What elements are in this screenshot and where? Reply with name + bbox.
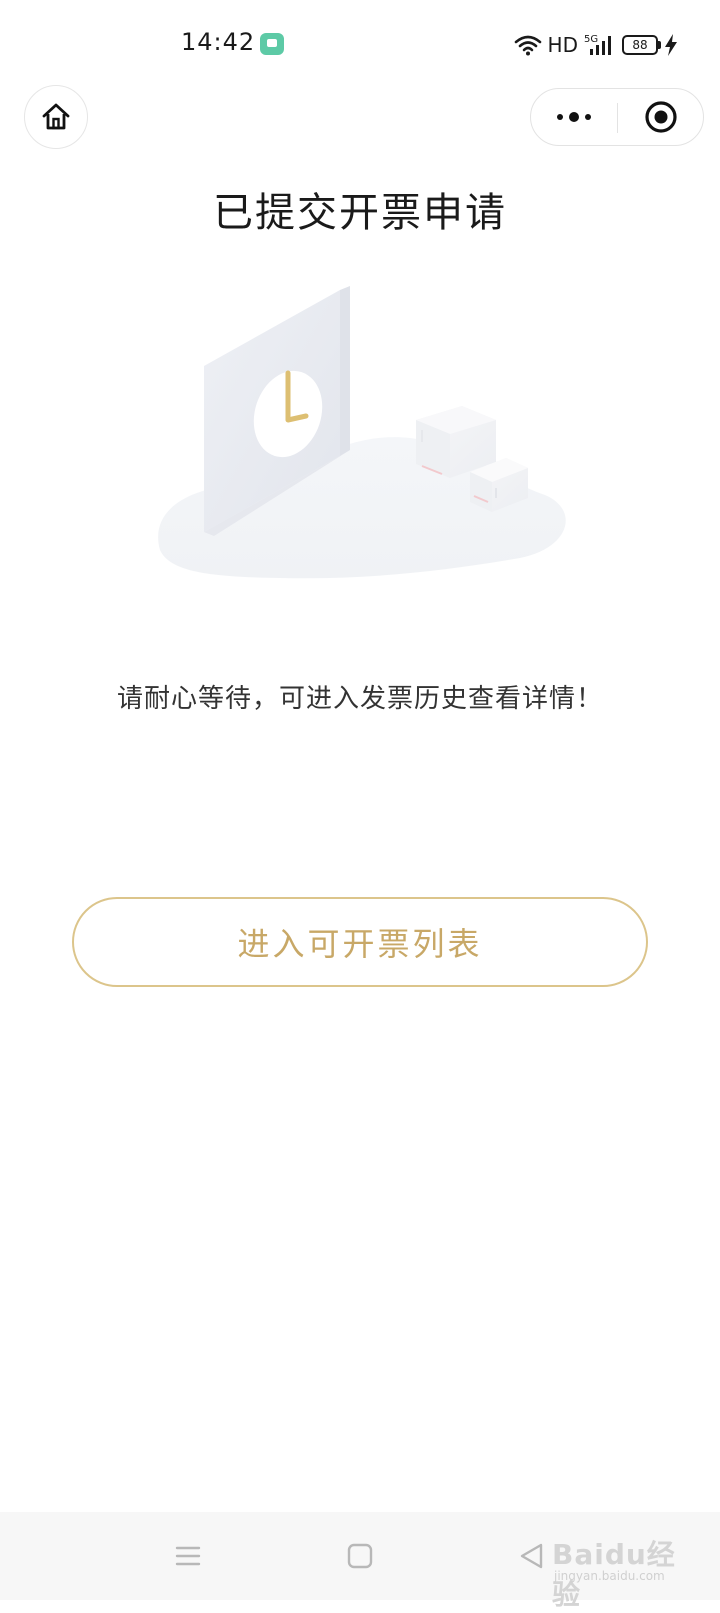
square-home-icon	[347, 1543, 373, 1569]
back-triangle-icon	[520, 1543, 543, 1569]
system-home-button[interactable]	[338, 1534, 382, 1578]
status-time: 14:42	[181, 28, 256, 56]
close-button[interactable]	[619, 89, 703, 145]
pending-clock-illustration	[158, 286, 566, 579]
home-button[interactable]	[24, 85, 88, 149]
more-button[interactable]	[531, 89, 617, 145]
battery-level: 88	[632, 38, 648, 52]
network-label: HD	[547, 33, 578, 57]
recent-apps-button[interactable]	[166, 1534, 210, 1578]
watermark: Baidu经验 jingyan.baidu.com	[552, 1523, 702, 1611]
message-app-icon	[260, 33, 284, 55]
capsule-divider	[617, 103, 618, 133]
more-dots-icon	[557, 112, 591, 122]
target-close-icon	[645, 101, 677, 133]
page-title: 已提交开票申请	[213, 190, 507, 236]
status-bar: 14:42 HD 5G 88	[0, 0, 720, 88]
system-back-button[interactable]	[510, 1534, 554, 1578]
charging-icon	[665, 34, 677, 56]
status-indicators: HD 5G 88	[514, 30, 678, 60]
mini-program-capsule	[530, 88, 704, 146]
enter-invoice-list-button[interactable]: 进入可开票列表	[72, 897, 648, 987]
menu-icon	[175, 1546, 201, 1566]
signal-label: 5G	[584, 34, 598, 45]
battery-icon: 88	[622, 35, 661, 55]
home-icon	[42, 103, 70, 130]
watermark-subtext: jingyan.baidu.com	[554, 1569, 665, 1583]
wait-message: 请耐心等待，可进入发票历史查看详情！	[116, 684, 603, 714]
wifi-icon	[514, 35, 541, 56]
signal-icon: 5G	[584, 34, 611, 55]
